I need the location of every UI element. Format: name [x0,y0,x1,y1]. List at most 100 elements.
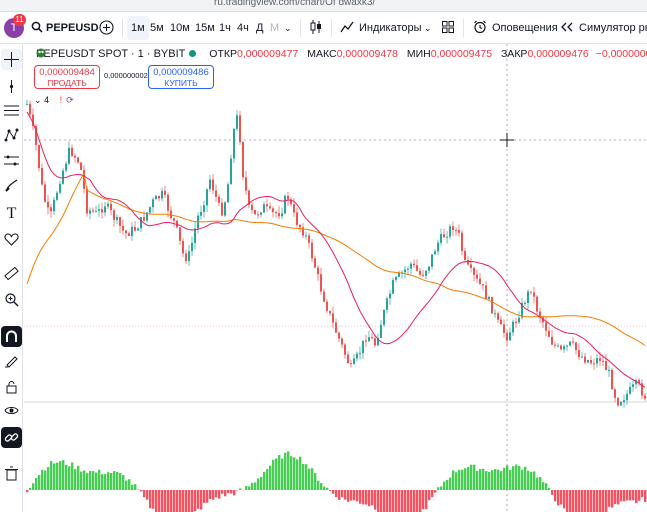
oscillator-bar [449,477,452,490]
pattern-tool[interactable] [1,125,22,146]
oscillator-bar [473,464,476,490]
brush-tool[interactable] [1,175,22,196]
refresh-icon[interactable]: ⟳ [66,95,74,105]
alarm-clock-icon [474,20,486,34]
stay-drawing-tool[interactable] [1,350,22,371]
alerts-button[interactable]: Оповещения [473,12,558,44]
candle-body [533,292,535,297]
candle-body [419,270,421,275]
oscillator-bar [332,490,335,494]
candle-body [65,163,67,171]
crosshair-tool[interactable] [1,49,22,70]
oscillator-bar [134,484,137,490]
oscillator-bar [509,469,512,490]
price-chart[interactable] [24,44,647,512]
candle-body [530,291,532,293]
oscillator-bar [440,486,443,490]
candle-body [224,202,226,216]
browser-address-bar[interactable]: ru.tradingview.com/chart/Of dwaxk3/ [0,0,647,12]
buy-button[interactable]: 0,000009486 КУПИТЬ [148,65,214,89]
timeframe-10m[interactable]: 10м [166,12,194,44]
oscillator-bar [119,472,122,490]
horizontal-lines-tool[interactable] [1,100,22,121]
remove-drawings-tool[interactable] [1,463,22,484]
oscillator-bar [554,490,557,502]
candle-body [38,144,40,169]
candle-body [293,204,295,213]
oscillator-bar [590,490,593,512]
oscillator-bar [458,469,461,490]
icons-tool[interactable] [1,229,22,250]
oscillator-bar [329,490,332,491]
oscillator-bar [578,490,581,512]
chart-type-button[interactable] [309,12,323,44]
candle-body [356,353,358,359]
sell-button[interactable]: 0,000009484 ПРОДАТЬ [34,65,100,89]
oscillator-bar [116,472,119,490]
buy-price: 0,000009486 [153,67,209,78]
candle-body [536,296,538,312]
candle-body [464,250,466,260]
templates-button[interactable] [442,12,454,44]
candle-body [545,322,547,331]
hide-tool[interactable] [1,400,22,421]
legend-title[interactable]: PEPEUSDT SPOT · 1 · BYBIT [36,48,185,60]
oscillator-bar [104,474,107,490]
timeframe-month[interactable]: М [266,12,283,44]
divider [122,19,123,37]
oscillator-bar [203,490,206,503]
candle-body [56,192,58,200]
timeframe-dropdown-button[interactable]: ⌄ [284,12,292,44]
oscillator-bar [215,490,218,498]
candle-body [254,210,256,215]
indicators-dropdown[interactable]: ⌄ [424,12,432,44]
candle-body [353,358,355,365]
oscillator-bar [107,472,110,490]
candle-body [41,168,43,185]
ruler-tool[interactable] [1,263,22,284]
oscillator-bar [98,469,101,490]
oscillator-bar [392,490,395,512]
oscillator-bar [359,490,362,504]
oscillator-bar [137,489,140,490]
timeframe-5m[interactable]: 5м [146,12,168,44]
zoom-tool[interactable] [1,289,22,310]
timeframe-4h[interactable]: 4ч [233,12,253,44]
lock-tool[interactable] [1,376,22,397]
add-symbol-button[interactable] [99,12,114,44]
replay-button[interactable]: Симулятор рын [560,12,647,44]
chart-area[interactable]: PEPEUSDT SPOT · 1 · BYBIT ОТКР0,00000947… [24,44,647,512]
oscillator-bar [356,490,359,502]
replay-label: Симулятор рын [579,22,647,34]
fib-tool[interactable] [1,150,22,171]
oscillator-bar [518,465,521,490]
browser-url[interactable]: ru.tradingview.com/chart/Of dwaxk3/ [214,0,375,8]
candle-body [92,210,94,212]
text-tool[interactable]: T [1,203,22,224]
oscillator-bar [587,490,590,512]
candle-body [122,225,124,231]
candle-body [44,184,46,202]
oscillator-bar [239,488,242,490]
oscillator-bar [59,461,62,490]
cursor-tool[interactable] [1,76,22,97]
candle-body [371,337,373,339]
oscillator-bar [38,475,41,490]
symbol-search-button[interactable]: PEPEUSD [31,12,99,44]
oscillator-bar [521,469,524,490]
indicators-legend-row[interactable]: ⌄ 4 ! ⟳ [34,95,74,106]
candle-body [512,321,514,333]
candle-body [590,360,592,364]
indicators-button[interactable]: Индикаторы [340,12,422,44]
timeframe-1h[interactable]: 1ч [215,12,235,44]
warning-icon[interactable]: ! [60,95,63,105]
oscillator-bar [257,478,260,490]
oscillator-bar [71,462,74,490]
candle-body [458,230,460,233]
oscillator-bar [461,469,464,490]
magnet-tool[interactable] [1,326,22,347]
oscillator-bar [530,471,533,490]
oscillator-bar [533,471,536,490]
sync-drawings-tool[interactable] [1,427,22,448]
oscillator-bar [308,468,311,490]
